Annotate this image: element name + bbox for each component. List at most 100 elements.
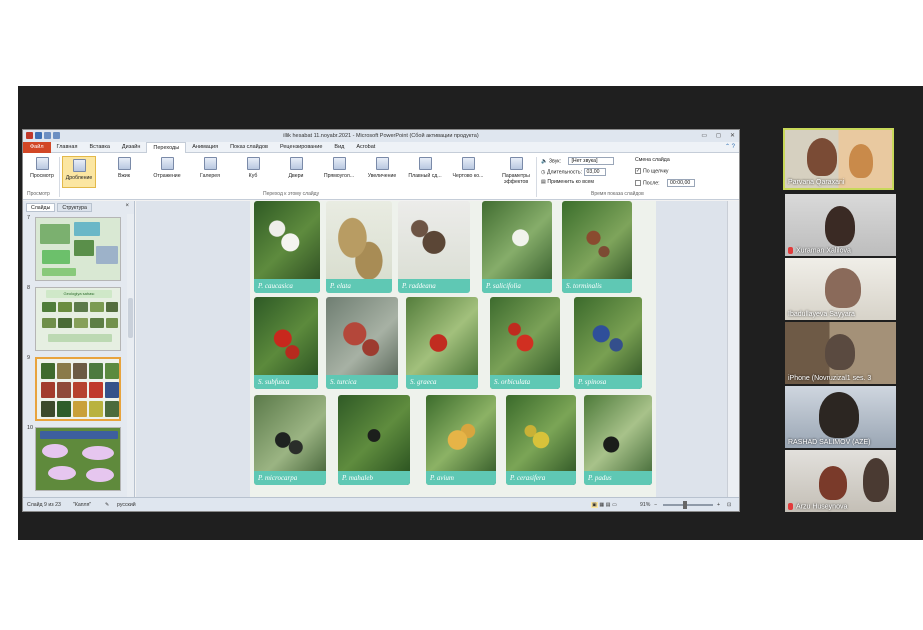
sorter-view-icon[interactable]: ▦: [599, 502, 604, 508]
participant-name: Parvana Qaraxani: [788, 179, 845, 186]
language-indicator[interactable]: русский: [117, 502, 136, 508]
slide-thumb-image-selected: [35, 357, 121, 421]
after-time-input[interactable]: 00:00,00: [667, 179, 696, 187]
thumbnail-scrollbar[interactable]: [127, 214, 134, 498]
apply-all-icon: ▤: [541, 179, 546, 185]
plant-photo-card: S. graeca: [406, 297, 478, 389]
maximize-icon[interactable]: ◻: [716, 132, 721, 139]
mic-muted-icon: [788, 246, 793, 254]
species-caption: P. padus: [584, 471, 652, 485]
participant-video-tile[interactable]: iPhone (Novruzizal1 ses. 3: [785, 322, 896, 384]
participant-video-tile[interactable]: Ibadullayeva Sayyara: [785, 258, 896, 320]
fit-window-icon[interactable]: ⊡: [727, 502, 731, 508]
transition-vortex[interactable]: Вжик: [107, 157, 141, 179]
help-icon[interactable]: ⌃ ?: [725, 143, 735, 150]
current-slide[interactable]: P. caucasica P. elata P. raddeana P. sal…: [250, 201, 656, 497]
tab-home[interactable]: Главная: [51, 142, 84, 153]
slideshow-view-icon[interactable]: ▭: [612, 502, 617, 508]
view-buttons: ▣ ▦ ▤ ▭: [591, 502, 617, 508]
transition-cube[interactable]: Куб: [236, 157, 270, 179]
slide-thumb-image: [35, 217, 121, 281]
tab-outline[interactable]: Структура: [57, 203, 92, 212]
tab-transitions[interactable]: Переходы: [146, 141, 187, 153]
zoom-in-icon[interactable]: +: [717, 502, 720, 508]
pan-icon: [418, 157, 432, 170]
after-option: После: 00:00,00: [635, 179, 696, 187]
participant-name: Xuraman Xalilova: [788, 246, 851, 254]
species-caption: P. salicifolia: [482, 279, 552, 293]
ribbon-tabs: Файл Главная Вставка Дизайн Переходы Ани…: [23, 141, 739, 153]
participant-video-tile[interactable]: Xuraman Xalilova: [785, 194, 896, 256]
duration-option: ◷ Длительность: 03,00: [541, 168, 606, 176]
zoom-level[interactable]: 91%: [640, 502, 650, 508]
participant-name: RASHAD SALIMOV (AZE): [788, 439, 871, 446]
tab-slideshow[interactable]: Показ слайдов: [224, 142, 274, 153]
close-icon[interactable]: ✕: [730, 132, 735, 139]
transition-zoom[interactable]: Увеличение: [365, 157, 399, 179]
plant-photo-card: P. microcarpa: [254, 395, 326, 485]
gallery-icon: [203, 157, 217, 170]
sound-select[interactable]: [Нет звука]: [568, 157, 615, 165]
participant-figure: [849, 144, 873, 178]
status-bar: Слайд 9 из 23 "Капля" ✎ русский ▣ ▦ ▤ ▭ …: [23, 497, 739, 511]
participant-video-tile[interactable]: Parvana Qaraxani: [783, 128, 894, 190]
spellcheck-icon[interactable]: ✎: [105, 502, 109, 508]
zoom-out-icon[interactable]: −: [654, 502, 657, 508]
transition-ferris-wheel[interactable]: Чертово ко...: [451, 157, 485, 179]
scrollbar-thumb[interactable]: [128, 298, 133, 338]
slide-scrollbar[interactable]: [727, 201, 739, 498]
participant-figure: [825, 334, 855, 370]
preview-button[interactable]: Просмотр: [25, 157, 59, 179]
shred-icon: [72, 159, 86, 172]
plant-photo-card: S. subfusca: [254, 297, 318, 389]
tab-view[interactable]: Вид: [328, 142, 350, 153]
normal-view-icon[interactable]: ▣: [591, 502, 598, 508]
after-checkbox[interactable]: [635, 180, 641, 186]
zoom-icon: [375, 157, 389, 170]
on-click-checkbox[interactable]: ✓ По щелчку: [635, 168, 669, 174]
reading-view-icon[interactable]: ▤: [606, 502, 611, 508]
slide-thumbnail-9[interactable]: 9: [25, 355, 125, 421]
tab-animation[interactable]: Анимация: [186, 142, 224, 153]
participant-video-tile[interactable]: RASHAD SALIMOV (AZE): [785, 386, 896, 448]
species-caption: P. cerasifera: [506, 471, 576, 485]
slide-thumbnail-10[interactable]: 10: [25, 425, 125, 491]
transition-gallery[interactable]: Галерея: [193, 157, 227, 179]
slide-number: 10: [27, 425, 34, 431]
slide-thumbnail-7[interactable]: 7: [25, 215, 125, 281]
ferris-wheel-icon: [461, 157, 475, 170]
slide-thumbnail-8[interactable]: 8 Geologiya sahası: [25, 285, 125, 351]
tab-acrobat[interactable]: Acrobat: [350, 142, 381, 153]
transition-shred[interactable]: Дробление: [62, 156, 96, 188]
tab-review[interactable]: Рецензирование: [274, 142, 328, 153]
preview-icon: [35, 157, 49, 170]
minimize-icon[interactable]: ▭: [701, 132, 707, 139]
zoom-slider[interactable]: [663, 504, 713, 506]
slide-thumb-image: [35, 427, 121, 491]
species-caption: P. avium: [426, 471, 496, 485]
apply-all-button[interactable]: ▤ Применить ко всем: [541, 179, 594, 185]
tab-file[interactable]: Файл: [23, 141, 51, 153]
tab-slides[interactable]: Слайды: [26, 203, 56, 212]
duration-input[interactable]: 03,00: [583, 168, 606, 176]
participant-video-tile[interactable]: Arzu Huseynova: [785, 450, 896, 512]
plant-photo-card: P. caucasica: [254, 201, 320, 293]
window-controls: ▭ ◻ ✕: [701, 132, 735, 139]
slide-thumbnails-pane: Слайды Структура × 7 8 Geologiya sahası: [23, 201, 135, 498]
effect-params-button[interactable]: Параметры эффектов: [499, 157, 533, 185]
plant-photo-card: S. orbiculata: [490, 297, 560, 389]
slide-number: 7: [27, 215, 31, 221]
transition-reflection[interactable]: Отражение: [150, 157, 184, 179]
window-title: illik hesabat 11.noyabr.2021 - Microsoft…: [283, 133, 479, 139]
species-caption: P. mahaleb: [338, 471, 410, 485]
close-pane-icon[interactable]: ×: [125, 203, 129, 209]
cube-icon: [246, 157, 260, 170]
transition-box[interactable]: Прямоугол...: [322, 157, 356, 179]
doors-icon: [289, 157, 303, 170]
transition-pan[interactable]: Плавный сд...: [408, 157, 442, 179]
zoom-slider-knob[interactable]: [683, 501, 687, 509]
tab-design[interactable]: Дизайн: [116, 142, 147, 153]
tab-insert[interactable]: Вставка: [83, 142, 115, 153]
transition-doors[interactable]: Двери: [279, 157, 313, 179]
slide-counter: Слайд 9 из 23: [27, 502, 61, 508]
